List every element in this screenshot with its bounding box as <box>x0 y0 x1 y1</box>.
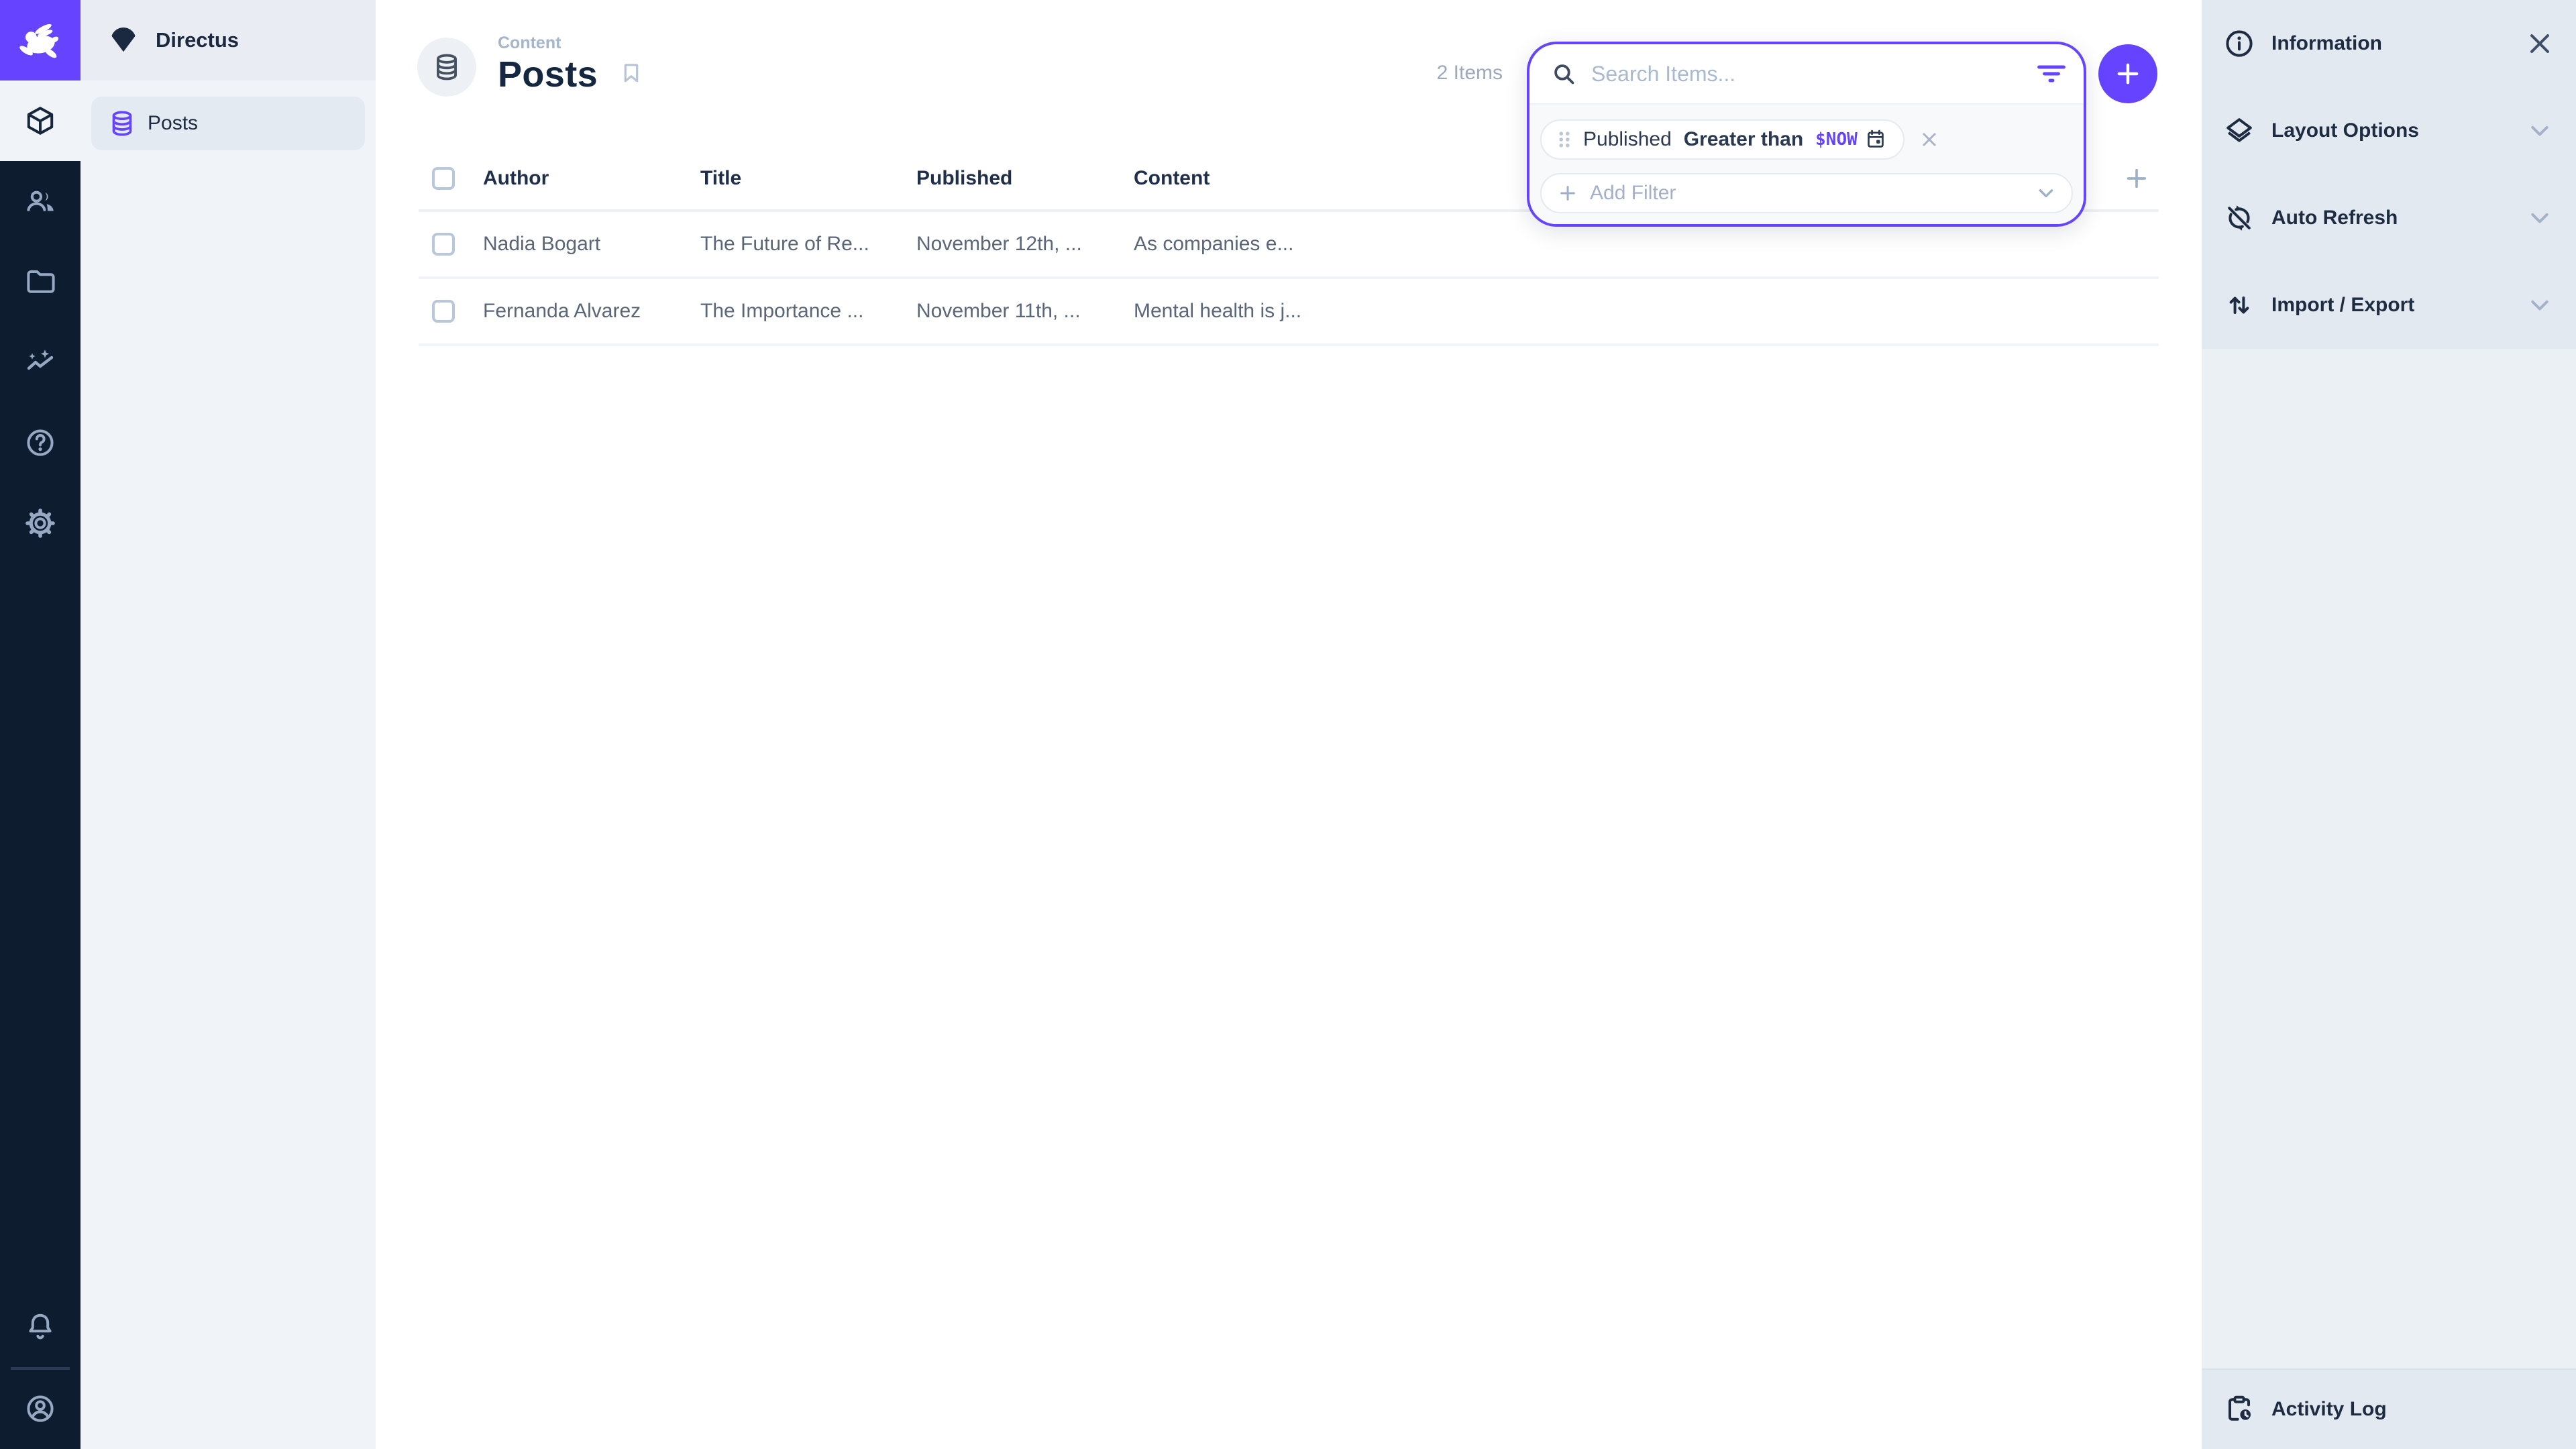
items-count: 2 Items <box>1315 62 1503 85</box>
filter-value[interactable]: $NOW <box>1815 128 1887 151</box>
search-icon <box>1550 60 1578 88</box>
settings-module-icon <box>24 507 56 539</box>
sidebar-activity-log[interactable]: Activity Log <box>2202 1368 2576 1449</box>
sidebar-section-label: Auto Refresh <box>2271 207 2398 229</box>
sidebar-section-label: Layout Options <box>2271 119 2419 142</box>
activity-log-icon <box>2223 1393 2255 1426</box>
files-module-icon <box>24 266 56 298</box>
sidebar-section-auto-refresh[interactable]: Auto Refresh <box>2202 174 2576 262</box>
row-checkbox[interactable] <box>432 233 455 256</box>
cell-title: The Importance ... <box>684 300 900 323</box>
page-title: Posts <box>498 54 598 95</box>
cell-content: As companies e... <box>1118 233 1336 256</box>
add-filter-button[interactable]: Add Filter <box>1540 173 2073 213</box>
module-insights[interactable] <box>0 322 80 402</box>
nav-sidebar: Directus Posts <box>80 0 376 1449</box>
layers-icon <box>2223 115 2255 147</box>
column-header-content[interactable]: Content <box>1118 167 1336 190</box>
remove-filter-icon[interactable] <box>1919 129 1939 150</box>
select-all-checkbox[interactable] <box>432 167 455 190</box>
bookmark-icon <box>619 59 644 87</box>
column-header-title[interactable]: Title <box>684 167 900 190</box>
directus-logo-button[interactable] <box>0 0 80 80</box>
filter-operator[interactable]: Greater than <box>1684 128 1803 151</box>
filter-list-icon[interactable] <box>2035 58 2068 90</box>
user-menu-button[interactable] <box>0 1368 80 1449</box>
sidebar-section-label: Import / Export <box>2271 294 2414 317</box>
search-row <box>1529 44 2084 103</box>
cell-content: Mental health is j... <box>1118 300 1336 323</box>
plus-icon <box>2123 164 2151 193</box>
content-module-icon <box>24 105 56 137</box>
insights-module-icon <box>24 346 56 378</box>
column-header-author[interactable]: Author <box>467 167 684 190</box>
add-field-button[interactable] <box>2123 164 2159 193</box>
module-users[interactable] <box>0 161 80 241</box>
search-filter-panel: Published Greater than $NOW <box>1527 42 2086 227</box>
module-settings[interactable] <box>0 483 80 564</box>
chevron-down-icon[interactable] <box>2525 116 2555 146</box>
filter-section: Published Greater than $NOW <box>1529 103 2084 224</box>
chevron-down-icon[interactable] <box>2525 290 2555 320</box>
nav-item-label: Posts <box>148 112 198 135</box>
notifications-bell-icon <box>24 1311 56 1343</box>
bookmark-button[interactable] <box>619 59 644 87</box>
sidebar-section-layout-options[interactable]: Layout Options <box>2202 87 2576 174</box>
database-icon <box>107 109 137 138</box>
add-item-button[interactable] <box>2098 44 2157 103</box>
cell-title: The Future of Re... <box>684 233 900 256</box>
module-help[interactable] <box>0 402 80 483</box>
breadcrumb[interactable]: Content <box>498 34 561 53</box>
info-icon <box>2223 28 2255 60</box>
chevron-down-icon <box>2034 181 2058 205</box>
project-logo-icon <box>107 24 140 56</box>
directus-app: Directus Posts <box>0 0 2576 1449</box>
collection-icon-button[interactable] <box>417 38 476 97</box>
chevron-down-icon[interactable] <box>2525 203 2555 233</box>
module-files[interactable] <box>0 241 80 322</box>
sidebar-section-information[interactable]: Information <box>2202 0 2576 87</box>
plus-icon <box>2113 59 2143 89</box>
search-input[interactable] <box>1591 62 2022 87</box>
module-content[interactable] <box>0 80 80 161</box>
notifications-button[interactable] <box>0 1287 80 1367</box>
sync-disabled-icon <box>2223 202 2255 234</box>
help-module-icon <box>24 427 56 459</box>
activity-log-label: Activity Log <box>2271 1398 2387 1421</box>
right-sidebar: Information Layout Options <box>2202 0 2576 1449</box>
directus-rabbit-logo-icon <box>13 13 67 67</box>
cell-author: Fernanda Alvarez <box>467 300 684 323</box>
calendar-icon <box>1864 128 1887 151</box>
column-header-published[interactable]: Published <box>900 167 1118 190</box>
swap-vert-icon <box>2223 289 2255 321</box>
users-module-icon <box>24 185 56 217</box>
database-icon <box>431 52 462 83</box>
sidebar-sections: Information Layout Options <box>2202 0 2576 349</box>
cell-published: November 11th, ... <box>900 300 1118 323</box>
sidebar-section-import-export[interactable]: Import / Export <box>2202 262 2576 349</box>
table-row[interactable]: Fernanda Alvarez The Importance ... Nove… <box>419 279 2159 346</box>
cell-author: Nadia Bogart <box>467 233 684 256</box>
main-content: Content Posts 2 Items <box>376 0 2202 1449</box>
drag-handle-icon[interactable] <box>1558 130 1571 149</box>
module-bar <box>0 0 80 1449</box>
user-avatar-icon <box>24 1393 56 1425</box>
filter-field[interactable]: Published <box>1583 128 1672 151</box>
add-filter-label: Add Filter <box>1590 182 1676 205</box>
row-checkbox[interactable] <box>432 300 455 323</box>
close-icon[interactable] <box>2525 29 2555 58</box>
plus-icon <box>1558 183 1578 203</box>
filter-chip[interactable]: Published Greater than $NOW <box>1540 119 1904 160</box>
cell-published: November 12th, ... <box>900 233 1118 256</box>
filter-value-text: $NOW <box>1815 129 1858 150</box>
sidebar-section-label: Information <box>2271 32 2382 55</box>
project-switcher[interactable]: Directus <box>80 0 376 80</box>
nav-item-posts[interactable]: Posts <box>91 97 365 150</box>
project-name: Directus <box>156 28 239 52</box>
